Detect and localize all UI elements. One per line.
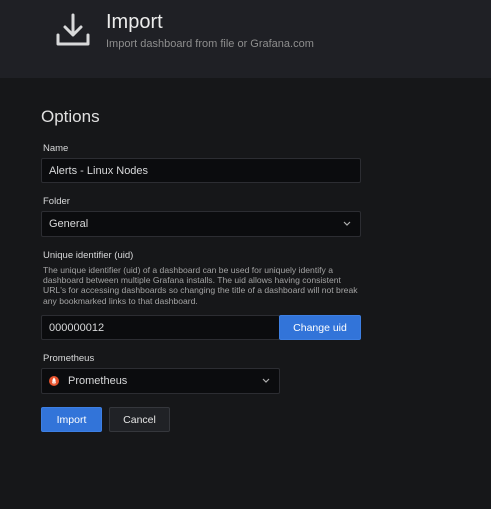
uid-label: Unique identifier (uid) xyxy=(43,250,134,261)
uid-description: The unique identifier (uid) of a dashboa… xyxy=(43,265,358,306)
cancel-button[interactable]: Cancel xyxy=(109,407,170,432)
page-header: Import Import dashboard from file or Gra… xyxy=(0,0,491,78)
options-heading: Options xyxy=(41,107,100,126)
name-label: Name xyxy=(43,143,69,154)
page-subtitle: Import dashboard from file or Grafana.co… xyxy=(106,38,314,50)
name-input[interactable]: Alerts - Linux Nodes xyxy=(41,158,361,183)
name-input-value: Alerts - Linux Nodes xyxy=(49,164,149,177)
folder-select[interactable]: General xyxy=(41,211,361,237)
prometheus-label: Prometheus xyxy=(43,353,95,364)
import-button[interactable]: Import xyxy=(41,407,102,432)
prometheus-select[interactable]: Prometheus xyxy=(41,368,280,394)
chevron-down-icon xyxy=(262,378,270,383)
folder-select-value: General xyxy=(49,218,89,230)
prometheus-icon xyxy=(49,376,59,386)
page-title: Import xyxy=(106,11,163,33)
change-uid-button[interactable]: Change uid xyxy=(279,315,361,340)
download-icon xyxy=(56,13,90,46)
chevron-down-icon xyxy=(343,221,351,226)
folder-label: Folder xyxy=(43,196,70,207)
uid-input[interactable]: 000000012 xyxy=(41,315,280,340)
uid-input-value: 000000012 xyxy=(49,321,105,334)
prometheus-select-value: Prometheus xyxy=(68,375,128,387)
